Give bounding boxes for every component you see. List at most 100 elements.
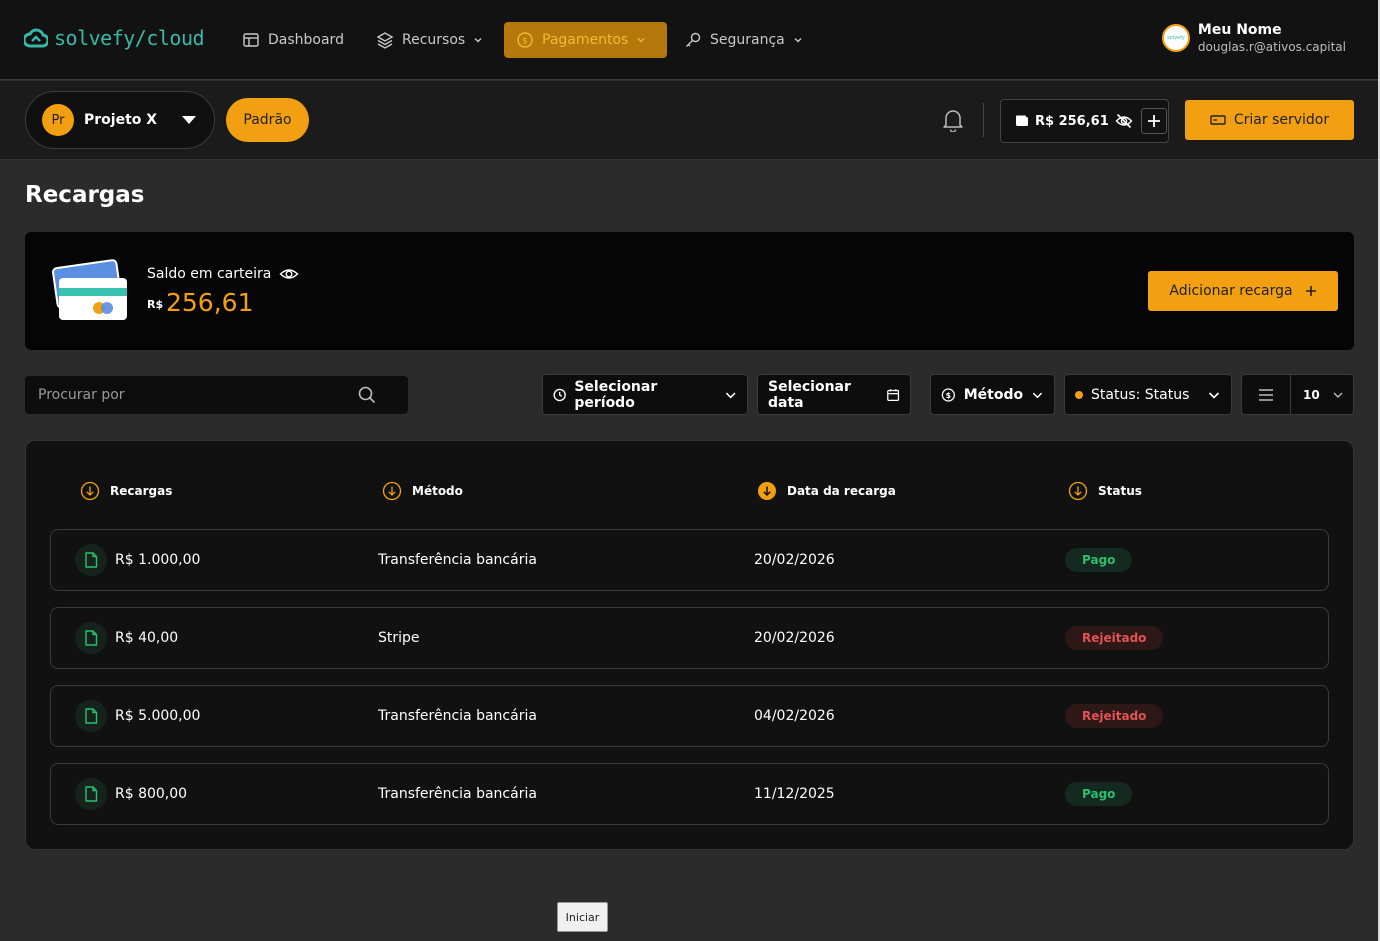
table-row[interactable]: R$ 1.000,00 Transferência bancária 20/02… bbox=[50, 529, 1329, 591]
wallet-amount: 256,61 bbox=[166, 288, 254, 317]
status-badge: Pago bbox=[1065, 782, 1133, 806]
nav-dashboard-label: Dashboard bbox=[268, 32, 344, 48]
nav-recursos[interactable]: Recursos bbox=[366, 22, 493, 58]
project-avatar: Pr bbox=[42, 104, 74, 136]
user-name: Meu Nome bbox=[1197, 22, 1282, 38]
chevron-down-icon bbox=[1032, 392, 1043, 398]
recharge-date: 04/02/2026 bbox=[754, 708, 835, 724]
user-menu[interactable]: solvefy Meu Nome douglas.r@ativos.capita… bbox=[1161, 22, 1346, 54]
method-filter-label: Método bbox=[963, 386, 1024, 403]
layers-icon bbox=[376, 32, 394, 49]
period-filter[interactable]: Selecionar período bbox=[542, 374, 748, 415]
recharge-date: 11/12/2025 bbox=[754, 786, 835, 802]
column-header-recargas[interactable]: Recargas bbox=[80, 481, 172, 501]
column-header-label: Recargas bbox=[110, 484, 173, 498]
server-icon bbox=[1210, 115, 1226, 125]
column-header-data[interactable]: Data da recarga bbox=[757, 481, 896, 501]
date-filter[interactable]: Selecionar data bbox=[757, 374, 911, 415]
recharge-date: 20/02/2026 bbox=[754, 552, 835, 568]
caret-down-icon bbox=[182, 116, 196, 124]
file-icon bbox=[75, 778, 107, 810]
wallet-balance: R$ 256,61 bbox=[1035, 113, 1109, 129]
svg-text:$: $ bbox=[522, 37, 528, 47]
column-header-status[interactable]: Status bbox=[1068, 481, 1142, 501]
column-header-metodo[interactable]: Método bbox=[382, 481, 463, 501]
wallet-balance-button[interactable]: R$ 256,61 bbox=[1000, 99, 1169, 143]
period-filter-label: Selecionar período bbox=[574, 378, 658, 411]
page-title: Recargas bbox=[25, 182, 145, 208]
logo[interactable]: solvefy/cloud bbox=[24, 26, 205, 50]
method-filter[interactable]: $ Método bbox=[930, 374, 1055, 415]
nav-pagamentos[interactable]: $ Pagamentos bbox=[504, 22, 667, 58]
user-email: douglas.r@ativos.capital bbox=[1197, 40, 1346, 54]
eye-icon[interactable] bbox=[279, 267, 299, 281]
recharge-amount: R$ 800,00 bbox=[115, 786, 188, 802]
status-filter[interactable]: Status: Status bbox=[1064, 374, 1232, 415]
tooltip: Iniciar bbox=[557, 902, 608, 932]
sort-down-icon bbox=[1068, 481, 1088, 501]
add-funds-button[interactable] bbox=[1140, 108, 1167, 134]
logo-text: solvefy/cloud bbox=[54, 26, 205, 50]
menu-icon bbox=[1259, 388, 1273, 401]
wallet-currency: R$ bbox=[147, 298, 164, 311]
nav-recursos-label: Recursos bbox=[402, 32, 466, 48]
search-input[interactable] bbox=[25, 376, 408, 414]
recharge-method: Transferência bancária bbox=[378, 786, 537, 802]
eye-off-icon[interactable] bbox=[1115, 113, 1133, 129]
top-navbar: solvefy/cloud Dashboard Recursos $ Pagam… bbox=[0, 0, 1380, 80]
add-recharge-button[interactable]: Adicionar recarga bbox=[1148, 271, 1338, 311]
status-dot-icon bbox=[1075, 390, 1083, 399]
recharge-method: Stripe bbox=[378, 630, 420, 646]
credit-cards-icon bbox=[51, 258, 129, 328]
create-server-label: Criar servidor bbox=[1233, 112, 1330, 128]
per-page-control: 10 bbox=[1241, 374, 1354, 415]
avatar: solvefy bbox=[1161, 24, 1190, 52]
coin-icon: $ bbox=[517, 32, 533, 48]
layout-icon bbox=[243, 33, 259, 47]
notifications-button[interactable] bbox=[942, 108, 964, 136]
column-header-label: Data da recarga bbox=[787, 484, 896, 498]
nav-dashboard[interactable]: Dashboard bbox=[232, 22, 354, 58]
table-row[interactable]: R$ 40,00 Stripe 20/02/2026 Rejeitado bbox=[50, 607, 1329, 669]
chevron-down-icon bbox=[1333, 392, 1343, 398]
nav-pagamentos-label: Pagamentos bbox=[542, 32, 629, 48]
plus-icon bbox=[1305, 286, 1316, 296]
cloud-logo-icon bbox=[24, 28, 48, 48]
wallet-card: Saldo em carteira R$ 256,61 Adicionar re… bbox=[25, 232, 1354, 350]
project-name: Projeto X bbox=[84, 112, 158, 128]
create-server-button[interactable]: Criar servidor bbox=[1185, 100, 1354, 140]
per-page-value: 10 bbox=[1303, 387, 1320, 402]
sort-down-icon bbox=[382, 481, 402, 501]
chevron-down-icon bbox=[794, 38, 802, 43]
padrao-button[interactable]: Padrão bbox=[226, 98, 309, 142]
search-icon[interactable] bbox=[358, 386, 376, 404]
table-row[interactable]: R$ 800,00 Transferência bancária 11/12/2… bbox=[50, 763, 1329, 825]
calendar-icon bbox=[886, 388, 899, 401]
list-view-button[interactable] bbox=[1242, 375, 1291, 414]
sort-down-icon bbox=[80, 481, 100, 501]
status-badge: Rejeitado bbox=[1065, 626, 1164, 650]
column-header-label: Método bbox=[412, 484, 463, 498]
per-page-select[interactable]: 10 bbox=[1291, 375, 1353, 414]
status-filter-label: Status: Status bbox=[1091, 386, 1190, 403]
key-icon bbox=[686, 32, 701, 47]
chevron-down-icon bbox=[474, 38, 482, 43]
wallet-label-row: Saldo em carteira bbox=[147, 266, 299, 282]
coin-icon: $ bbox=[941, 387, 955, 402]
recharge-method: Transferência bancária bbox=[378, 708, 537, 724]
wallet-icon bbox=[1016, 115, 1028, 126]
date-filter-label: Selecionar data bbox=[768, 378, 851, 411]
file-icon bbox=[75, 700, 107, 732]
nav-seguranca[interactable]: Segurança bbox=[674, 22, 813, 58]
add-recharge-label: Adicionar recarga bbox=[1169, 283, 1293, 299]
divider bbox=[983, 103, 984, 137]
recharge-amount: R$ 1.000,00 bbox=[115, 552, 201, 568]
search-field bbox=[25, 376, 408, 414]
status-badge: Rejeitado bbox=[1065, 704, 1164, 728]
project-selector[interactable]: Pr Projeto X bbox=[25, 91, 215, 149]
bell-icon bbox=[943, 110, 963, 133]
recharge-method: Transferência bancária bbox=[378, 552, 537, 568]
table-row[interactable]: R$ 5.000,00 Transferência bancária 04/02… bbox=[50, 685, 1329, 747]
plus-icon bbox=[1147, 115, 1160, 127]
svg-text:$: $ bbox=[946, 391, 951, 400]
